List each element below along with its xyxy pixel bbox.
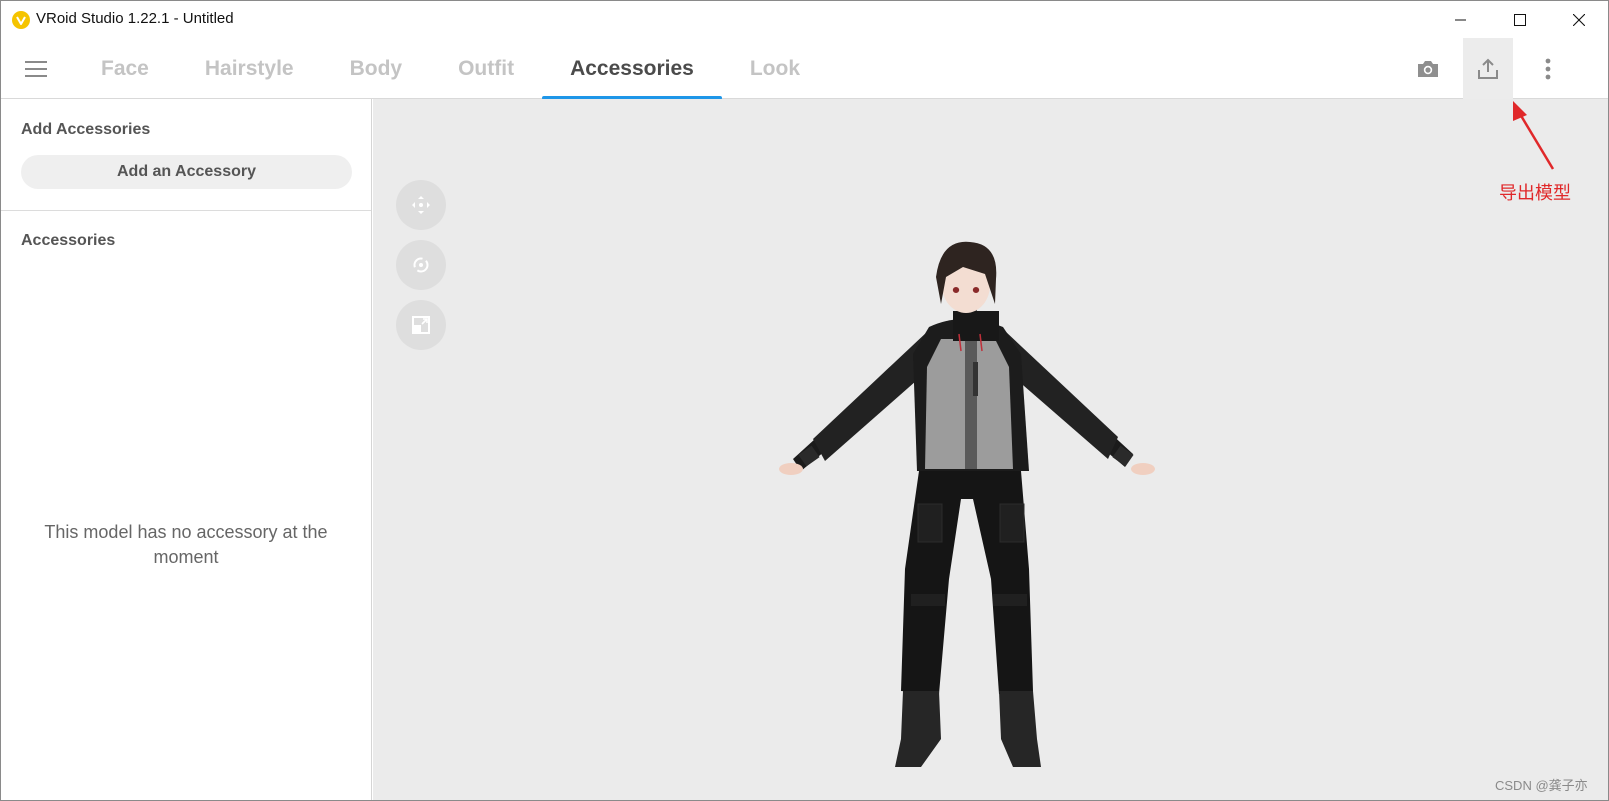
tab-look[interactable]: Look — [722, 38, 828, 99]
more-options-button[interactable] — [1523, 38, 1573, 99]
accessories-list-heading: Accessories — [21, 232, 116, 249]
camera-button[interactable] — [1403, 38, 1453, 99]
menu-button[interactable] — [19, 53, 53, 85]
category-tabs: Face Hairstyle Body Outfit Accessories L… — [73, 38, 828, 100]
tab-body[interactable]: Body — [322, 38, 431, 99]
tab-accessories[interactable]: Accessories — [542, 38, 722, 100]
export-icon — [1478, 58, 1498, 79]
more-vertical-icon — [1545, 58, 1551, 79]
app-window: VRoid Studio 1.22.1 - Untitled Face Hair… — [0, 0, 1609, 801]
vroid-logo-icon — [12, 11, 30, 29]
title-bar: VRoid Studio 1.22.1 - Untitled — [1, 1, 1608, 38]
window-title: VRoid Studio 1.22.1 - Untitled — [36, 10, 234, 27]
minimize-icon — [1455, 19, 1466, 20]
close-icon — [1573, 13, 1585, 26]
tab-hairstyle[interactable]: Hairstyle — [177, 38, 322, 99]
tab-outfit[interactable]: Outfit — [430, 38, 542, 99]
empty-accessories-message: This model has no accessory at the momen… — [44, 522, 328, 567]
watermark: CSDN @龚子亦 — [1495, 778, 1588, 793]
tab-face[interactable]: Face — [73, 38, 177, 99]
character-model — [779, 241, 1155, 767]
hamburger-menu-icon — [25, 61, 47, 77]
top-navigation: Face Hairstyle Body Outfit Accessories L… — [1, 38, 1608, 100]
camera-icon — [1418, 60, 1438, 77]
add-accessory-button[interactable]: Add an Accessory — [21, 155, 352, 189]
panel-divider — [1, 210, 371, 211]
model-viewport[interactable] — [373, 99, 1608, 800]
export-button[interactable] — [1463, 38, 1513, 99]
annotation-label: 导出模型 — [1499, 183, 1571, 204]
add-accessories-heading: Add Accessories — [21, 121, 151, 138]
minimize-button[interactable] — [1432, 1, 1490, 38]
maximize-icon — [1514, 13, 1526, 26]
accessories-panel: Add Accessories Add an Accessory Accesso… — [1, 99, 372, 800]
close-button[interactable] — [1550, 1, 1608, 38]
maximize-button[interactable] — [1491, 1, 1549, 38]
